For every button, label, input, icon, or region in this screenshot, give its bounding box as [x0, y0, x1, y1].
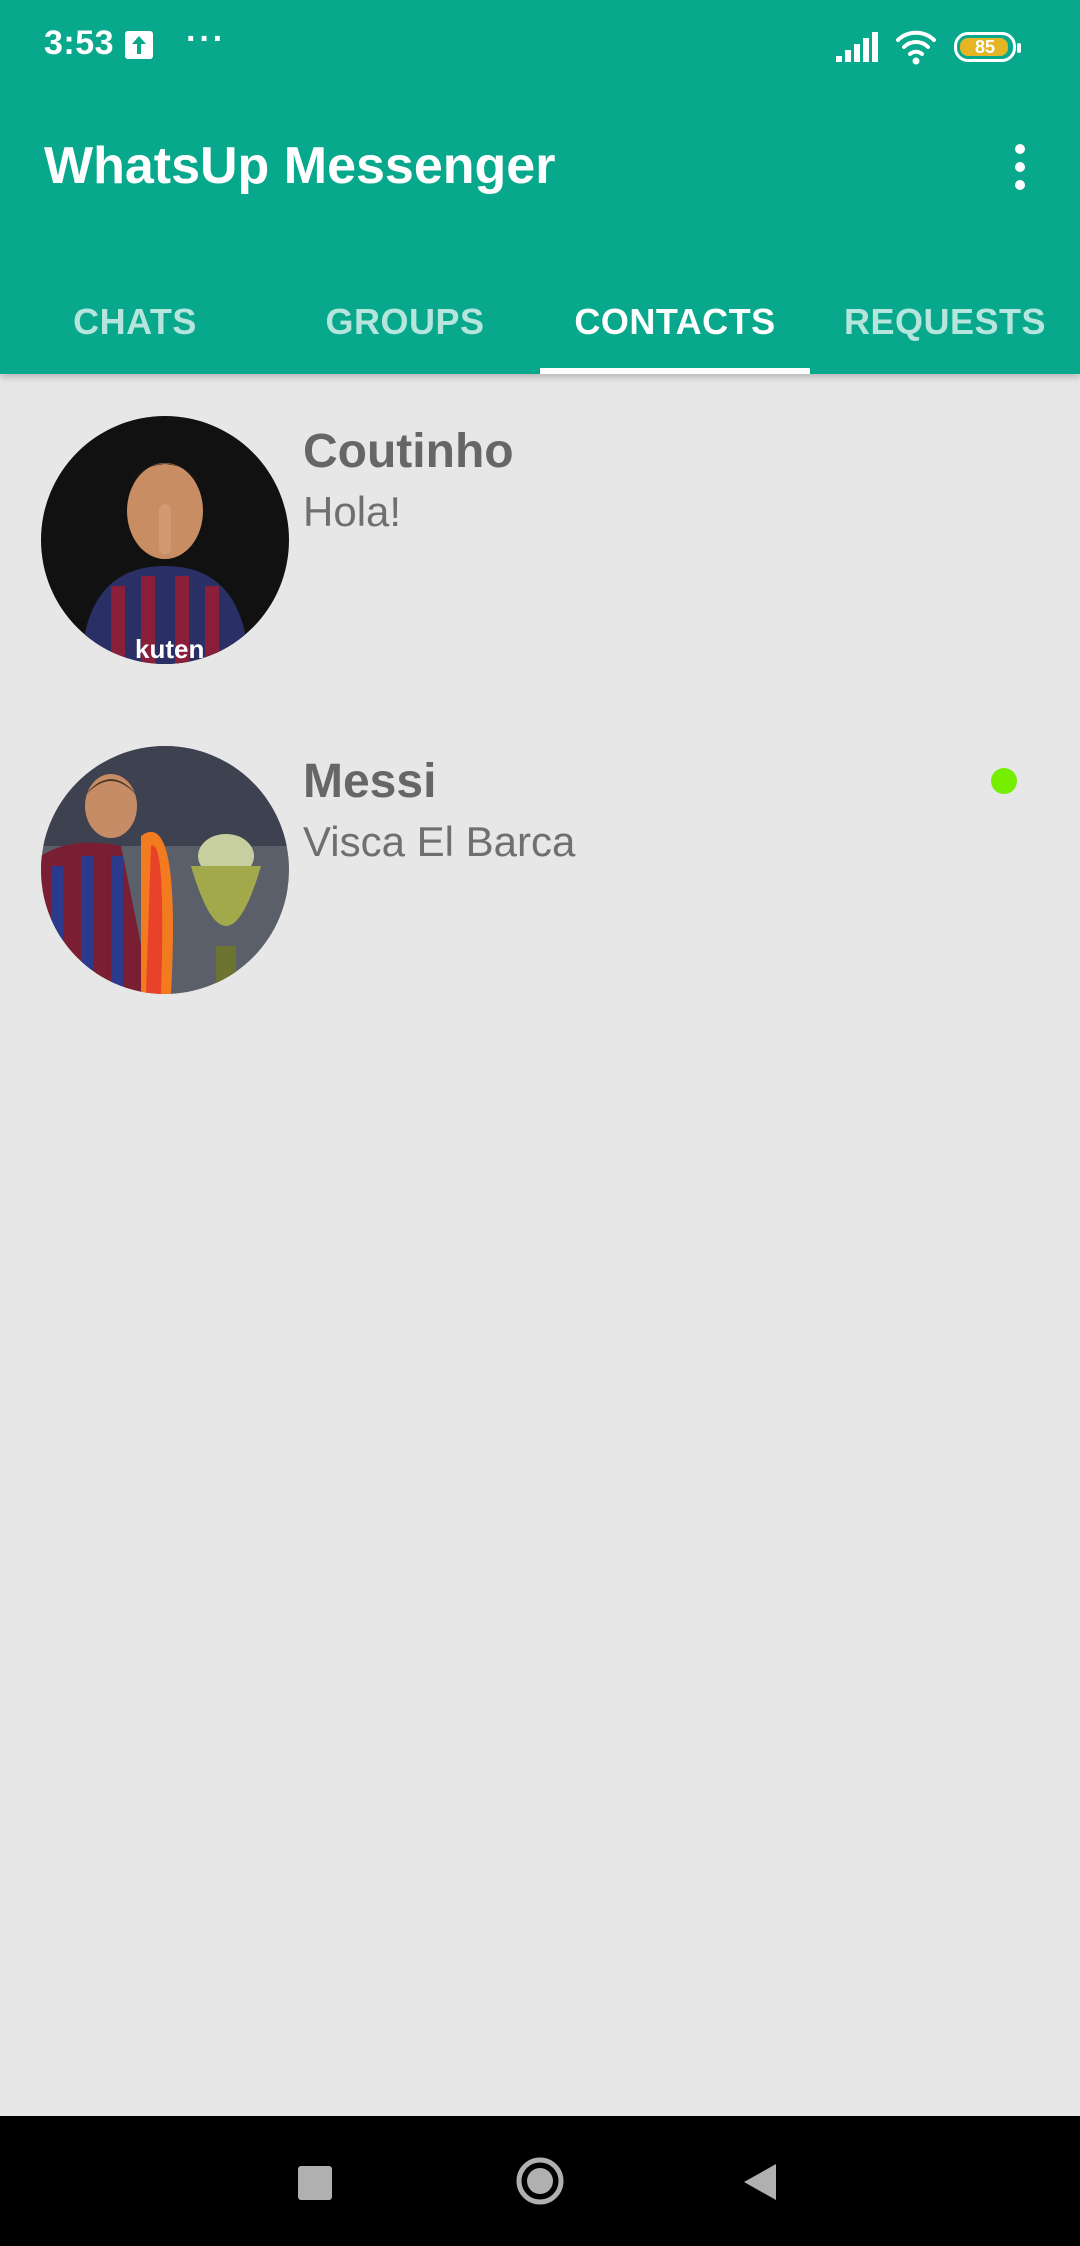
home-icon[interactable] — [515, 2156, 565, 2206]
app-title: WhatsUp Messenger — [44, 137, 556, 195]
avatar-image — [41, 746, 289, 994]
more-notifications-icon: ··· — [186, 20, 226, 58]
recent-apps-icon[interactable] — [298, 2166, 332, 2200]
status-time: 3:53 — [44, 24, 115, 62]
avatar-image: kuten — [41, 416, 289, 664]
back-icon[interactable] — [742, 2162, 778, 2202]
app-header: 3:53 ··· 85 WhatsUp Messenger CHATS GROU… — [0, 0, 1080, 374]
contact-status: Visca El Barca — [303, 818, 576, 865]
avatar[interactable] — [41, 746, 289, 994]
wifi-icon — [896, 30, 936, 65]
battery-percent: 85 — [974, 37, 996, 57]
avatar[interactable]: kuten — [41, 416, 289, 664]
tab-requests[interactable]: REQUESTS — [810, 270, 1080, 374]
tab-groups[interactable]: GROUPS — [270, 270, 540, 374]
contact-name: Coutinho — [303, 425, 514, 478]
svg-text:kuten: kuten — [135, 634, 204, 664]
status-bar: 3:53 ··· 85 — [0, 0, 1080, 96]
navigation-bar — [0, 2116, 1080, 2246]
upload-icon — [125, 31, 153, 59]
contact-item[interactable]: Messi Visca El Barca — [0, 704, 1080, 1034]
tab-indicator — [540, 368, 810, 374]
contact-item[interactable]: kuten Coutinho Hola! — [0, 374, 1080, 704]
battery-icon: 85 — [954, 32, 1021, 62]
tab-chats[interactable]: CHATS — [0, 270, 270, 374]
contact-name: Messi — [303, 755, 437, 808]
online-indicator — [991, 768, 1017, 794]
signal-icon — [836, 32, 878, 62]
tab-contacts[interactable]: CONTACTS — [540, 270, 810, 374]
contact-status: Hola! — [303, 488, 402, 535]
more-vert-icon[interactable] — [1000, 140, 1040, 196]
battery-tip — [1017, 43, 1021, 53]
tab-bar: CHATS GROUPS CONTACTS REQUESTS — [0, 270, 1080, 374]
